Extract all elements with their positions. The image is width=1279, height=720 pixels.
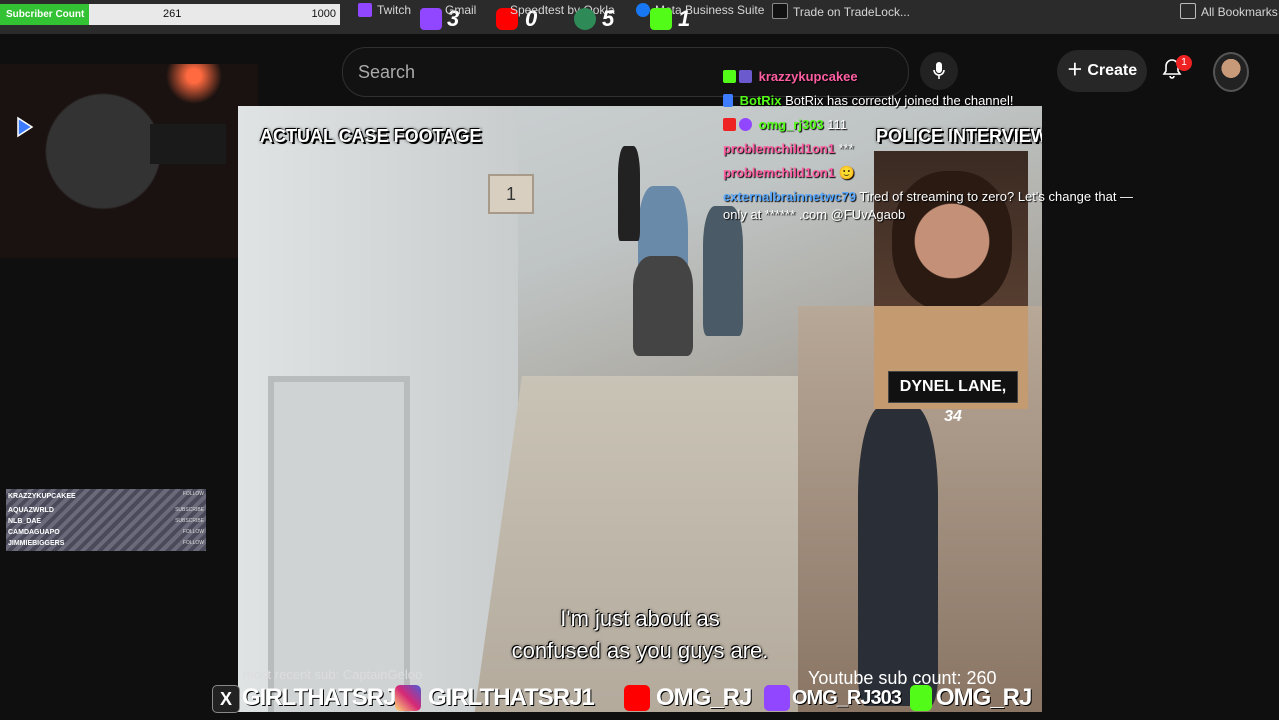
chat-username: BotRix [739,93,782,108]
youtube-icon [624,685,650,711]
alert-name: JIMMIEBIGGERS [8,540,65,547]
youtube-handle: OMG_RJ [656,684,752,711]
chat-message: externalbrainnetwc79 Tired of streaming … [723,189,1133,204]
all-bookmarks[interactable]: All Bookmarks [1180,3,1278,19]
chat-badge-icon [739,118,752,131]
subtitle-line-1: I'm just about as [560,606,720,631]
chat-text: Tired of streaming to zero? Let's change… [859,189,1134,204]
chat-badge-icon [723,94,733,107]
alert-name: KRAZZYKUPCAKEE [8,493,76,500]
alert-type: FOLLOW [182,491,204,497]
police-interview-label: POLICE INTERVIEW [876,126,1042,146]
folder-icon [1180,3,1196,19]
wheelchair [633,256,693,356]
webcam-light [130,64,258,104]
room-sign: 1 [488,174,534,214]
chat-message: only at ****** .com @FUvAgaob [723,207,905,222]
case-footage-label: ACTUAL CASE FOOTAGE [260,126,482,146]
chat-text: 🙂 [838,165,855,180]
subscriber-bar-max: 1000 [311,8,336,20]
webcam-shelf [150,124,226,164]
alert-name: AQUAZWRLD [8,507,54,514]
bookmark-twitch[interactable]: Twitch [358,3,411,17]
chat-username: problemchild1on1 [723,141,835,156]
kick-counter-icon [650,8,672,30]
kick-green-counter-icon [574,8,596,30]
tradelock-icon [772,3,788,19]
chat-username: omg_rj303 [758,117,824,132]
instagram-icon [395,685,421,711]
recent-sub-label: most recent sub: CaptainGeloo [243,667,423,682]
person-far [618,146,640,241]
chat-badge-icon [723,70,736,83]
x-handle: GIRLTHATSRJ [242,684,396,711]
create-label: Create [1087,62,1138,79]
chat-text: BotRix has correctly joined the channel! [785,93,1014,108]
chat-message: krazzykupcakee [723,69,858,84]
all-bookmarks-label: All Bookmarks [1201,5,1278,19]
bookmark-label: Speedtest by Ookla [510,3,615,17]
chat-message: omg_rj303 111 [723,117,847,132]
twitch-icon [764,685,790,711]
kick-counter: 1 [678,6,691,31]
subtitle-line-2: confused as you guys are. [511,638,769,663]
kick-green-counter: 5 [602,6,615,31]
alert-type: SUBSCRIBE [175,507,204,513]
chat-message: problemchild1on1 *** [723,141,854,156]
create-button[interactable]: ＋ Create [1057,50,1147,92]
chat-username: krazzykupcakee [758,69,858,84]
bookmark-gmail-visible[interactable]: Gmail [445,3,476,17]
chat-username: externalbrainnetwc79 [723,189,856,204]
bookmark-label: Trade on TradeLock... [793,5,910,19]
name-tag: DYNEL LANE, 34 [888,371,1018,425]
bookmark-speedtest[interactable]: Speedtest by Ookla [510,3,615,17]
play-cursor-icon [17,116,34,138]
twitch-icon [358,3,372,17]
chat-badge-icon [739,70,752,83]
alert-type: SUBSCRIBE [175,518,204,524]
plus-icon: ＋ [1066,62,1083,79]
chat-text: *** [838,141,854,156]
instagram-handle: GIRLTHATSRJ1 [428,684,595,711]
mic-icon[interactable] [920,52,958,90]
chat-badge-icon [723,118,736,131]
chat-message: problemchild1on1 🙂 [723,165,855,181]
avatar[interactable] [1213,52,1249,92]
notification-badge: 1 [1176,55,1192,71]
bookmarks-bar: Subcriber Count 261 1000 Twitch 3 Gmail … [0,0,1279,34]
search-input[interactable]: Search [358,62,415,83]
recent-alerts-panel: KRAZZYKUPCAKEE FOLLOW AQUAZWRLD SUBSCRIB… [6,489,206,551]
twitch-handle: OMG_RJ303 [792,687,902,709]
chat-username: problemchild1on1 [723,165,835,180]
kick-handle: OMG_RJ [936,684,1032,711]
bookmark-tradelock[interactable]: Trade on TradeLock... [772,3,910,19]
alert-name: CAMDAGUAPO [8,529,60,536]
meta-icon [636,3,650,17]
name-tag-text: DYNEL LANE, [899,378,1007,395]
alert-type: FOLLOW [182,529,204,535]
chat-message: BotRix BotRix has correctly joined the c… [723,93,1014,108]
alert-name: NLB_DAE [8,518,42,525]
bookmark-label: Gmail [445,3,477,17]
person-running [703,206,743,336]
x-icon: X [212,685,240,713]
alert-type: FOLLOW [182,540,204,546]
bookmark-label: Twitch [377,3,412,17]
chat-text: 111 [827,117,848,132]
chat-text: only at ****** .com @FUvAgaob [723,207,906,222]
subscriber-bar-label: Subcriber Count [6,9,85,20]
subscriber-bar-value: 261 [163,8,182,20]
kick-icon [910,685,932,711]
name-tag-age: 34 [944,408,962,425]
webcam-feed [0,64,258,258]
subscriber-count-bar: Subcriber Count 261 1000 [0,4,340,25]
